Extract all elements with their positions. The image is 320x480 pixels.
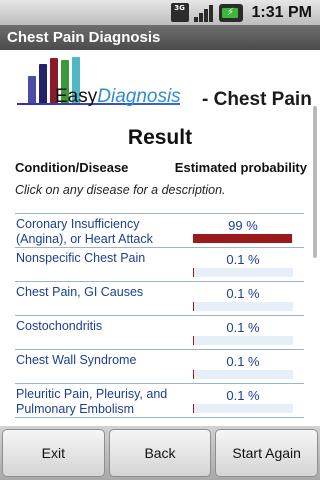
back-button[interactable]: Back [108,429,212,477]
bottom-button-bar: Exit Back Start Again [0,426,320,480]
disease-row[interactable]: Chest Wall Syndrome 0.1 % [15,350,304,384]
disease-name[interactable]: Pleuritic Pain, Pleurisy, and Pulmonary … [16,387,188,417]
column-condition: Condition/Disease [15,160,129,175]
status-clock: 1:31 PM [251,3,312,21]
probability-value: 99 % [228,218,258,233]
disease-name[interactable]: Chest Pain, GI Causes [16,285,188,300]
probability-bar [193,268,293,277]
logo-bar-icon [28,76,36,104]
logo-wordmark: EasyDiagnosis [55,86,181,107]
logo-bar-icon [39,64,47,104]
disease-row[interactable]: Chest Pain, GI Causes 0.1 % [15,282,304,316]
easy-diagnosis-logo: EasyDiagnosis [15,56,183,112]
disease-row[interactable]: Costochondritis 0.1 % [15,316,304,350]
probability-value: 0.1 % [226,252,260,267]
page-title: - Chest Pain [202,89,312,110]
disease-name[interactable]: Nonspecific Chest Pain [16,251,188,266]
probability-bar-fill [193,234,292,243]
exit-button[interactable]: Exit [2,429,105,477]
disease-name[interactable]: Chest Wall Syndrome [16,353,188,368]
battery-charging-icon: ⚡ [218,3,243,22]
disease-name[interactable]: Costochondritis [16,319,188,334]
header: EasyDiagnosis - Chest Pain [15,56,312,114]
start-again-button[interactable]: Start Again [215,429,319,477]
signal-strength-icon [193,3,214,22]
probability-bar [193,336,293,345]
scrollbar[interactable] [313,106,317,258]
probability-value: 0.1 % [226,354,260,369]
probability-bar [193,370,293,379]
disease-row[interactable]: Nonspecific Chest Pain 0.1 % [15,248,304,282]
probability-value: 0.1 % [226,286,260,301]
column-probability: Estimated probability [174,160,307,175]
disease-name[interactable]: Coronary Insufficiency (Angina), or Hear… [16,217,188,247]
probability-bar [193,302,293,311]
disease-row[interactable]: Pleuritic Pain, Pleurisy, and Pulmonary … [15,384,304,418]
probability-value: 0.1 % [226,388,260,403]
status-bar: 3G ⚡ 1:31 PM [0,0,320,25]
probability-bar [193,404,293,413]
results-table: Coronary Insufficiency (Angina), or Hear… [15,213,304,418]
content-area[interactable]: EasyDiagnosis - Chest Pain Result Condit… [0,50,320,426]
disease-row[interactable]: Coronary Insufficiency (Angina), or Hear… [15,214,304,248]
result-heading: Result [127,126,193,149]
app-title: Chest Pain Diagnosis [0,25,320,50]
probability-bar [193,234,293,243]
network-3g-icon: 3G [170,3,189,22]
probability-value: 0.1 % [226,320,260,335]
hint-text: Click on any disease for a description. [15,183,226,197]
